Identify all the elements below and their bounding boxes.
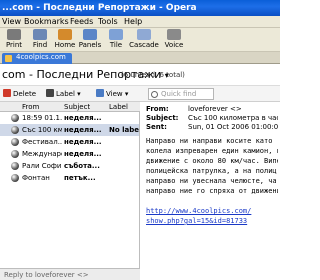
find-icon <box>33 29 47 40</box>
view-button[interactable]: View ▾ <box>96 89 128 98</box>
column-from[interactable]: From <box>22 103 39 111</box>
menu-tools[interactable]: Tools <box>98 17 118 26</box>
print-icon <box>7 29 21 40</box>
list-item[interactable]: Фонтан петък... <box>0 172 139 184</box>
print-button[interactable]: Print <box>2 29 26 51</box>
menu-bar: View Bookmarks Feeds Tools Help <box>0 16 280 28</box>
message-header: From: loveforever <> Subject: Със 100 ки… <box>142 102 280 134</box>
list-item[interactable]: Рали София събота... <box>0 160 139 172</box>
from-label: From: <box>146 105 169 113</box>
item-from: Фестивал... <box>22 138 62 146</box>
label-icon <box>46 89 54 97</box>
tab-4coolpics[interactable]: 4coolpics.com <box>2 53 72 64</box>
item-subject: неделя... <box>64 114 102 122</box>
article-link[interactable]: show.php?gal=15&id=81733 <box>146 216 278 226</box>
item-subject: събота... <box>64 162 100 170</box>
unread-icon <box>11 150 19 158</box>
cascade-button[interactable]: Cascade <box>128 29 160 51</box>
list-header: From Subject Label <box>0 102 140 112</box>
feed-header: com - Последни Репортажи ▾ (6 unread, 6 … <box>0 64 280 86</box>
title-bar: ...com - Последни Репортажи - Opera <box>0 0 280 16</box>
delete-label: Delete <box>13 90 36 98</box>
unread-icon <box>11 162 19 170</box>
quick-find-placeholder: Quick find <box>161 90 197 98</box>
panels-icon <box>83 29 97 40</box>
column-subject[interactable]: Subject <box>64 103 90 111</box>
cascade-label: Cascade <box>129 41 159 49</box>
article-link[interactable]: http://www.4coolpics.com/ <box>146 206 278 216</box>
item-label: No label <box>109 126 139 134</box>
tile-icon <box>109 29 123 40</box>
item-subject: неделя... <box>64 150 102 158</box>
search-icon <box>151 91 158 98</box>
tile-button[interactable]: Tile <box>104 29 128 51</box>
body-line: колела изпреварен един камион, к <box>146 147 278 155</box>
body-line: полицейска патрулка, а на полиц <box>146 167 277 175</box>
unread-icon <box>11 174 19 182</box>
body-line: Направо ни направи косите като <box>146 137 273 145</box>
item-from: Фонтан <box>22 174 50 182</box>
list-item[interactable]: Междунаро... неделя... <box>0 148 139 160</box>
favicon-icon <box>5 55 12 62</box>
tab-bar: 4coolpics.com <box>0 52 280 64</box>
toolbar: Print Find Home Panels Tile Cascade Voic… <box>0 28 280 52</box>
message-body: Направо ни направи косите като колела из… <box>142 136 280 280</box>
menu-feeds[interactable]: Feeds <box>70 17 93 26</box>
column-label[interactable]: Label <box>109 103 128 111</box>
quick-find-input[interactable]: Quick find <box>148 88 214 100</box>
item-from: Със 100 км... <box>22 126 62 134</box>
menu-bookmarks[interactable]: Bookmarks <box>24 17 69 26</box>
unread-icon <box>11 126 19 134</box>
delete-button[interactable]: Delete <box>3 89 36 98</box>
item-subject: неделя... <box>64 126 102 134</box>
from-value: loveforever <> <box>188 105 242 113</box>
list-item[interactable]: 18:59 01.1... неделя... <box>0 112 139 124</box>
panels-button[interactable]: Panels <box>78 29 102 51</box>
voice-button[interactable]: Voice <box>162 29 186 51</box>
list-item-selected[interactable]: Със 100 км... неделя... No label <box>0 124 139 136</box>
feed-count: (6 unread, 6 total) <box>121 71 185 79</box>
menu-view[interactable]: View <box>2 17 21 26</box>
window-title: ...com - Последни Репортажи - Opera <box>2 3 197 13</box>
label-button[interactable]: Label ▾ <box>46 89 81 98</box>
view-icon <box>96 89 104 97</box>
unread-icon <box>11 114 19 122</box>
tile-label: Tile <box>109 41 123 49</box>
item-subject: неделя... <box>64 138 102 146</box>
find-button[interactable]: Find <box>28 29 52 51</box>
message-list: 18:59 01.1... неделя... Със 100 км... не… <box>0 112 140 280</box>
cascade-icon <box>137 29 151 40</box>
body-line: направо ние го спряха от движени <box>146 187 278 195</box>
home-label: Home <box>54 41 76 49</box>
body-line: направо ни увеснала челюсте, ча <box>146 177 277 185</box>
print-label: Print <box>5 41 23 49</box>
view-label: View <box>106 90 123 98</box>
delete-icon <box>3 89 11 97</box>
voice-icon <box>167 29 181 40</box>
item-from: Междунаро... <box>22 150 62 158</box>
subject-label: Subject: <box>146 114 179 122</box>
item-from: 18:59 01.1... <box>22 114 62 122</box>
sent-value: Sun, 01 Oct 2006 01:00:00 +0... <box>188 123 278 131</box>
home-icon <box>58 29 72 40</box>
label-label: Label <box>56 90 75 98</box>
action-bar: Delete Label ▾ View ▾ Quick find <box>0 86 280 102</box>
panels-label: Panels <box>78 41 102 49</box>
menu-help[interactable]: Help <box>124 17 142 26</box>
list-item[interactable]: Фестивал... неделя... <box>0 136 139 148</box>
reply-status[interactable]: Reply to loveforever <> <box>0 268 140 280</box>
tab-label: 4coolpics.com <box>16 53 66 61</box>
item-from: Рали София <box>22 162 62 170</box>
item-subject: петък... <box>64 174 96 182</box>
body-line: движение с около 80 км/час. Випе <box>146 157 278 165</box>
unread-icon <box>11 138 19 146</box>
sent-label: Sent: <box>146 123 167 131</box>
home-button[interactable]: Home <box>53 29 77 51</box>
find-label: Find <box>32 41 48 49</box>
subject-value: Със 100 километра в час ... <box>188 114 278 122</box>
voice-label: Voice <box>164 41 184 49</box>
